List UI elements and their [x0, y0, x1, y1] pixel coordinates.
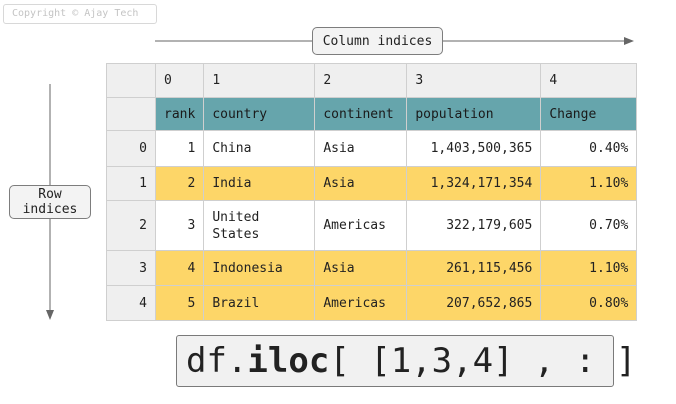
population-cell: 207,652,865: [406, 285, 542, 321]
column-name: continent: [314, 97, 408, 131]
row-index: 0: [106, 130, 156, 167]
dataframe-table: 0 1 2 3 4 rank country continent populat…: [106, 63, 638, 321]
table-row: 0 1 China Asia 1,403,500,365 0.40%: [106, 130, 638, 167]
continent-cell: Americas: [314, 285, 408, 321]
table-row-selected: 4 5 Brazil Americas 207,652,865 0.80%: [106, 285, 638, 321]
population-cell: 1,403,500,365: [406, 130, 542, 167]
iloc-code-snippet: df.iloc[ [1,3,4] , : ]: [176, 335, 636, 387]
change-cell: 0.70%: [540, 200, 638, 251]
code-prefix: df.: [186, 341, 248, 381]
column-name: rank: [154, 97, 205, 131]
column-indices-label: Column indices: [312, 27, 443, 55]
rank-cell: 1: [154, 130, 205, 167]
change-cell: 0.80%: [540, 285, 638, 321]
code-method: iloc: [247, 341, 330, 381]
country-cell: Brazil: [203, 285, 316, 321]
country-cell: India: [203, 166, 316, 201]
continent-cell: Asia: [314, 166, 408, 201]
column-name: population: [406, 97, 542, 131]
continent-cell: Asia: [314, 130, 408, 167]
row-index: 2: [106, 200, 156, 251]
country-cell: Indonesia: [203, 250, 316, 286]
column-position: 3: [406, 63, 542, 98]
table-row: 2 3 United States Americas 322,179,605 0…: [106, 200, 638, 251]
column-position: 4: [540, 63, 638, 98]
population-cell: 261,115,456: [406, 250, 542, 286]
continent-cell: Americas: [314, 200, 408, 251]
population-cell: 1,324,171,354: [406, 166, 542, 201]
country-cell: United States: [203, 200, 316, 251]
row-index: 4: [106, 285, 156, 321]
row-indices-label: Row indices: [9, 185, 91, 219]
country-cell: China: [203, 130, 316, 167]
column-position: 0: [154, 63, 205, 98]
column-position: 1: [203, 63, 316, 98]
position-header-row: 0 1 2 3 4: [106, 63, 638, 98]
row-index: 1: [106, 166, 156, 201]
column-position: 2: [314, 63, 408, 98]
row-index: 3: [106, 250, 156, 286]
population-cell: 322,179,605: [406, 200, 542, 251]
column-name-row: rank country continent population Change: [106, 97, 638, 131]
rank-cell: 3: [154, 200, 205, 251]
column-name: country: [203, 97, 316, 131]
continent-cell: Asia: [314, 250, 408, 286]
change-cell: 1.10%: [540, 166, 638, 201]
corner-cell: [106, 63, 156, 98]
code-args: [ [1,3,4] , : ]: [329, 341, 637, 381]
table-row-selected: 3 4 Indonesia Asia 261,115,456 1.10%: [106, 250, 638, 286]
corner-cell: [106, 97, 156, 131]
change-cell: 0.40%: [540, 130, 638, 167]
rank-cell: 5: [154, 285, 205, 321]
rank-cell: 4: [154, 250, 205, 286]
table-row-selected: 1 2 India Asia 1,324,171,354 1.10%: [106, 166, 638, 201]
column-name: Change: [540, 97, 638, 131]
rank-cell: 2: [154, 166, 205, 201]
change-cell: 1.10%: [540, 250, 638, 286]
